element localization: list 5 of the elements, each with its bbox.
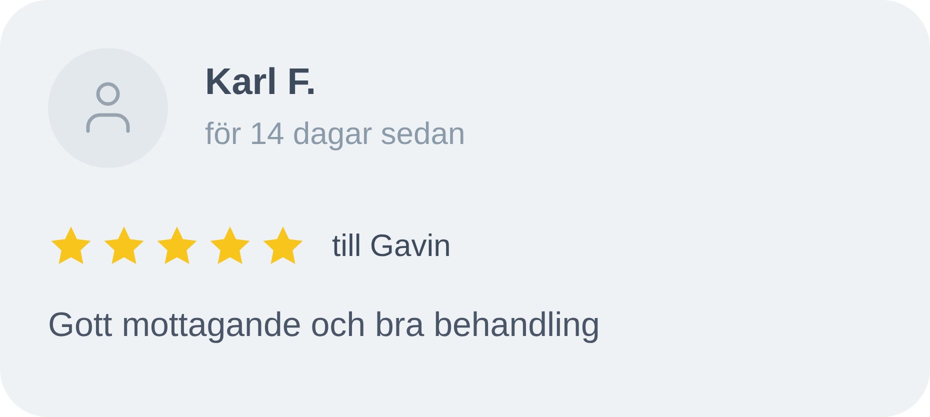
author-name: Karl F.: [205, 60, 318, 104]
review-time: för 14 dagar sedan: [205, 114, 466, 153]
recipient-text: till Gavin: [332, 227, 451, 265]
user-icon: [84, 81, 132, 135]
review-text: Gott mottagande och bra behandling: [48, 304, 601, 346]
